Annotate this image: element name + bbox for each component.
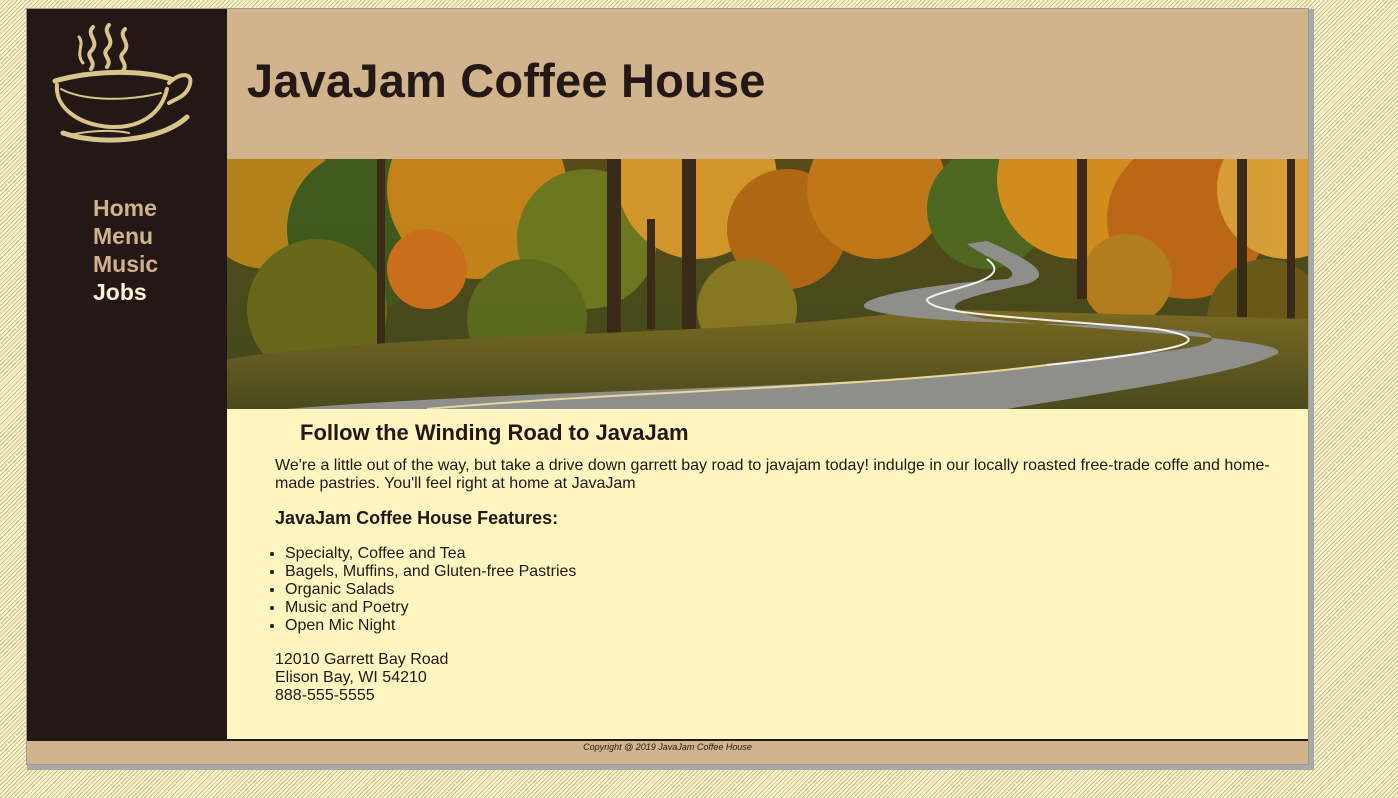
list-item: Music and Poetry [285, 599, 576, 617]
copyright-text: Copyright @ 2019 JavaJam Coffee House [583, 742, 752, 752]
coffee-cup-icon [52, 23, 193, 143]
intro-paragraph: We're a little out of the way, but take … [275, 457, 1270, 492]
main-nav: Home Menu Music Jobs [93, 194, 158, 306]
list-item: Open Mic Night [285, 617, 576, 635]
site-footer: Copyright @ 2019 JavaJam Coffee House [27, 739, 1308, 764]
address-phone: 888-555-5555 [275, 687, 375, 704]
features-heading: JavaJam Coffee House Features: [275, 508, 559, 528]
features-list: Specialty, Coffee and Tea Bagels, Muffin… [259, 545, 576, 635]
main-content: Follow the Winding Road to JavaJam We're… [227, 409, 1308, 739]
list-item: Bagels, Muffins, and Gluten-free Pastrie… [285, 563, 576, 581]
list-item: Organic Salads [285, 581, 576, 599]
page-wrapper: Home Menu Music Jobs JavaJam Coffee Hous… [26, 8, 1309, 765]
site-title: JavaJam Coffee House [247, 54, 766, 107]
address-city: Elison Bay, WI 54210 [275, 669, 427, 686]
winding-road-image [227, 159, 1308, 409]
nav-item-music: Music [93, 250, 158, 278]
nav-item-home: Home [93, 194, 158, 222]
nav-item-jobs: Jobs [93, 278, 158, 306]
nav-link-music[interactable]: Music [93, 250, 158, 278]
nav-link-home[interactable]: Home [93, 194, 158, 222]
site-header: JavaJam Coffee House [227, 9, 1308, 159]
address-street: 12010 Garrett Bay Road [275, 651, 449, 668]
sidebar: Home Menu Music Jobs [27, 9, 227, 739]
list-item: Specialty, Coffee and Tea [285, 545, 576, 563]
nav-link-jobs[interactable]: Jobs [93, 278, 158, 306]
nav-item-menu: Menu [93, 222, 158, 250]
nav-link-menu[interactable]: Menu [93, 222, 158, 250]
main-heading: Follow the Winding Road to JavaJam [300, 420, 689, 445]
hero-image [227, 159, 1308, 409]
address-block: 12010 Garrett Bay Road Elison Bay, WI 54… [275, 651, 448, 705]
